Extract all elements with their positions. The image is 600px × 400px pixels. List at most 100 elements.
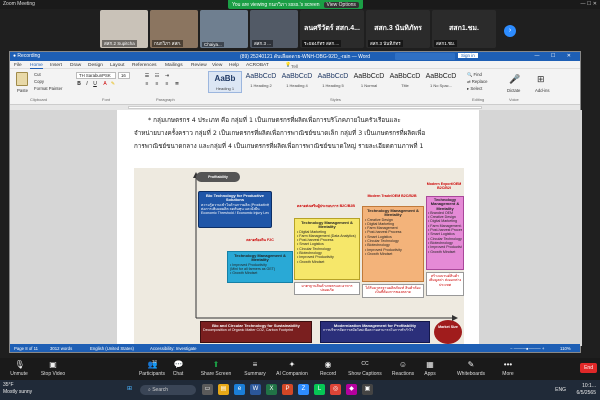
tab-help[interactable]: Help [229, 63, 239, 68]
dictate-button[interactable]: Dictate [507, 88, 520, 93]
tab-draw[interactable]: Draw [70, 63, 81, 68]
app-icon[interactable]: ◆ [346, 384, 357, 395]
summary-button[interactable]: ≡ Summary [238, 360, 272, 377]
style-no-spacing[interactable]: AaBbCcD 1 No Spac... [424, 71, 458, 93]
align-left-icon[interactable]: ≡ [144, 81, 150, 87]
document-canvas[interactable]: * กลุ่มเกษตรกร 4 ประเภท คือ กลุ่มที่ 1 เ… [10, 110, 582, 346]
zoom-level[interactable]: 110% [560, 346, 571, 351]
font-name-select[interactable]: TH SarabunPSK [76, 72, 116, 79]
numbering-icon[interactable]: ☷ [154, 73, 160, 79]
justify-icon[interactable]: ≣ [174, 81, 180, 87]
select-label: Select [470, 86, 483, 91]
stop-video-button[interactable]: ▣ Stop Video [34, 360, 72, 377]
style-heading-5[interactable]: AaBbCcD 1 Heading 5 [316, 71, 350, 93]
font-color-icon[interactable]: A [102, 81, 108, 87]
apps-button[interactable]: ▦ Apps [420, 360, 440, 377]
share-screen-button[interactable]: ⬆ Share Screen [196, 360, 236, 377]
dictate-icon[interactable]: 🎤 [509, 74, 520, 85]
bold-button[interactable]: B [76, 81, 82, 87]
font-size-select[interactable]: 16 [118, 72, 130, 79]
tab-mailings[interactable]: Mailings [165, 63, 183, 68]
format-painter-button[interactable]: Format Painter [34, 86, 62, 91]
document-page[interactable]: * กลุ่มเกษตรกร 4 ประเภท คือ กลุ่มที่ 1 เ… [117, 110, 479, 346]
find-button[interactable]: 🔍 Find [467, 72, 482, 78]
zoom-window-title: Zoom Meeting [3, 1, 35, 7]
tab-view[interactable]: View [212, 63, 222, 68]
zoom-slider[interactable]: − ────●──── + [510, 346, 544, 351]
style-heading-4[interactable]: AaBbCcD 1 Heading 4 [280, 71, 314, 93]
end-meeting-button[interactable]: End [580, 363, 597, 373]
select-button[interactable]: ▸ Select [467, 86, 482, 92]
edge-icon[interactable]: e [234, 384, 245, 395]
participant-tile[interactable]: ลนศรีวัตร์ สสก.4... ระยองภัทร สสก.... [300, 10, 364, 48]
highlight-icon[interactable]: ✎ [110, 81, 116, 87]
more-button[interactable]: ••• More [498, 360, 518, 377]
page-count[interactable]: Page 8 of 11 [14, 346, 38, 351]
participant-tile[interactable]: กนกวิภา สสก. [150, 10, 198, 48]
unmute-button[interactable]: 🎙 Unmute [4, 360, 34, 377]
view-options-button[interactable]: View Options [323, 1, 359, 8]
apps-label: Apps [424, 371, 436, 377]
paste-icon[interactable] [16, 72, 28, 86]
addins-button[interactable]: Add-ins [535, 88, 550, 93]
italic-button[interactable]: I [84, 81, 90, 87]
replace-button[interactable]: ⇄ Replace [467, 79, 488, 85]
align-center-icon[interactable]: ≡ [154, 81, 160, 87]
app-icon[interactable]: ▣ [362, 384, 373, 395]
zoom-app-icon[interactable]: Z [298, 384, 309, 395]
line-app-icon[interactable]: L [314, 384, 325, 395]
weather-widget[interactable]: 35°F Mostly sunny [3, 382, 32, 396]
style-heading-2[interactable]: AaBbCcD 1 Heading 2 [244, 71, 278, 93]
indent-icon[interactable]: ⇥ [164, 73, 170, 79]
tell-me-search[interactable]: 💡 Tell me what you want to do [285, 63, 301, 100]
cut-button[interactable]: Cut [34, 72, 41, 77]
accessibility-status[interactable]: Accessibility: Investigate [150, 346, 197, 351]
tab-design[interactable]: Design [88, 63, 103, 68]
tab-insert[interactable]: Insert [50, 63, 62, 68]
task-view-icon[interactable]: ▭ [202, 384, 213, 395]
taskbar-search-label: Search [152, 387, 169, 393]
sign-in-button[interactable]: Sign in [458, 53, 478, 58]
tab-acrobat[interactable]: ACROBAT [246, 63, 269, 68]
taskbar-search[interactable]: ⌕ Search [140, 385, 196, 395]
zoom-window-controls[interactable]: — ☐ ✕ [581, 1, 597, 7]
participant-tile[interactable]: สสก1.ชม. สสก1.ชม. [432, 10, 496, 48]
bullets-icon[interactable]: ☰ [144, 73, 150, 79]
underline-button[interactable]: U [92, 81, 98, 87]
tab-file[interactable]: File [14, 63, 22, 68]
word-window-controls[interactable]: — ☐ ✕ [535, 53, 576, 59]
word-app-icon[interactable]: W [250, 384, 261, 395]
copy-button[interactable]: Copy [34, 79, 44, 84]
excel-app-icon[interactable]: X [266, 384, 277, 395]
powerpoint-app-icon[interactable]: P [282, 384, 293, 395]
file-explorer-icon[interactable]: ▤ [218, 384, 229, 395]
addins-icon[interactable]: ⊞ [537, 74, 545, 85]
participant-tile[interactable]: สสก.2 Supitcha [100, 10, 148, 48]
style-title[interactable]: AaBbCcD Title [388, 71, 422, 93]
participant-tile[interactable]: Chaiya... [200, 10, 248, 48]
style-normal[interactable]: AaBbCcD 1 Normal [352, 71, 386, 93]
windows-start-icon[interactable]: ⊞ [124, 384, 135, 395]
style-heading-1[interactable]: AaBb Heading 1 [208, 71, 242, 93]
ai-companion-button[interactable]: ✦ AI Companion [272, 360, 312, 377]
record-button[interactable]: ◉ Record [316, 360, 340, 377]
tab-review[interactable]: Review [191, 63, 207, 68]
next-page-arrow-icon[interactable]: › [504, 25, 516, 37]
whiteboards-button[interactable]: ✎ Whiteboards [452, 360, 490, 377]
title-search-box[interactable] [395, 53, 455, 60]
chat-button[interactable]: 💬 Chat [168, 360, 188, 377]
word-count[interactable]: 3012 words [50, 346, 72, 351]
show-captions-button[interactable]: CC Show Captions [344, 360, 386, 377]
reactions-button[interactable]: ☺ Reactions [388, 360, 418, 377]
clock[interactable]: 10:1... 6/5/2565 [577, 383, 596, 397]
tab-references[interactable]: References [132, 63, 157, 68]
tab-layout[interactable]: Layout [110, 63, 124, 68]
align-right-icon[interactable]: ≡ [164, 81, 170, 87]
box-line: • Growth Mindset [230, 271, 258, 276]
language-status[interactable]: English (United States) [90, 346, 134, 351]
input-language[interactable]: ENG [555, 387, 566, 393]
paste-button[interactable]: Paste [17, 88, 28, 93]
participant-tile[interactable]: สสก.3 นันทิภัทร สสก.3 นันทิภัทร [366, 10, 430, 48]
participant-tile[interactable]: สสก.3 ... [250, 10, 298, 48]
chrome-icon[interactable]: ◎ [330, 384, 341, 395]
